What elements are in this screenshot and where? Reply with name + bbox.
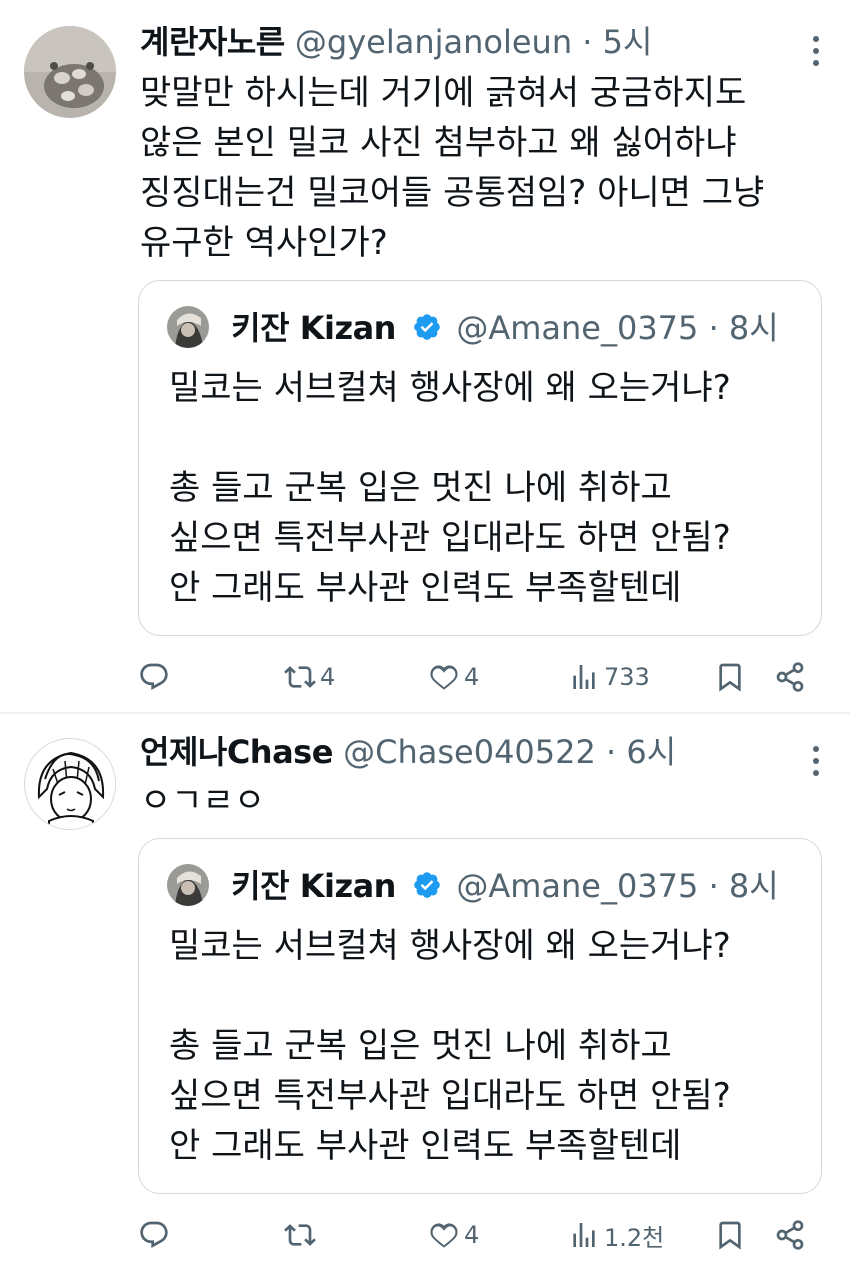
quoted-tweet[interactable]: 키잔 Kizan @Amane_0375 · 8시 밀코는 서브컬쳐 행사장에 … [138,838,822,1194]
retweet-icon [284,1224,316,1246]
views-icon [573,665,595,689]
retweet-button[interactable] [284,1210,320,1260]
like-button[interactable]: 4 [428,652,479,702]
reply-button[interactable] [138,652,174,702]
dot-separator: · [582,23,593,61]
display-name[interactable]: 계란자노른 [140,23,285,61]
like-icon [430,1223,458,1248]
quote-handle[interactable]: @Amane_0375 [456,867,698,905]
action-bar: 4 4 733 [138,652,828,702]
bookmark-button[interactable] [714,652,746,702]
retweet-count: 4 [320,663,336,691]
bookmark-icon [719,663,741,692]
quote-timestamp[interactable]: 8시 [729,867,779,905]
display-name[interactable]: 언제나Chase [140,733,333,771]
dot-separator: · [708,867,719,905]
reply-icon [140,1221,168,1248]
like-icon [430,665,458,690]
action-bar: 4 1.2천 [138,1210,828,1260]
quote-avatar[interactable] [167,864,209,906]
timestamp[interactable]: 5시 [603,23,653,61]
avatar[interactable] [24,738,116,830]
tweet[interactable]: 계란자노른 @gyelanjanoleun · 5시 맞말만 하시는데 거기에 … [0,0,850,712]
tweet[interactable]: 언제나Chase @Chase040522 · 6시 ㅇㄱㄹㅇ 키잔 Kizan… [0,714,850,1264]
like-count: 4 [464,663,480,691]
quote-header: 키잔 Kizan @Amane_0375 · 8시 [167,863,779,909]
reply-icon [140,663,168,690]
quote-timestamp[interactable]: 8시 [729,309,779,347]
tweet-text: ㅇㄱㄹㅇ [140,781,266,821]
tweet-header: 언제나Chase @Chase040522 · 6시 [140,730,676,774]
bookmark-button[interactable] [714,1210,746,1260]
retweet-button[interactable]: 4 [284,652,335,702]
quote-display-name[interactable]: 키잔 Kizan [231,309,396,347]
quote-header: 키잔 Kizan @Amane_0375 · 8시 [167,305,779,351]
reply-button[interactable] [138,1210,174,1260]
quote-display-name[interactable]: 키잔 Kizan [231,867,396,905]
like-button[interactable]: 4 [428,1210,479,1260]
quoted-tweet[interactable]: 키잔 Kizan @Amane_0375 · 8시 밀코는 서브컬쳐 행사장에 … [138,280,822,636]
views-button[interactable]: 1.2천 [568,1210,664,1260]
dot-separator: · [708,309,719,347]
share-button[interactable] [774,1210,806,1260]
tweet-text: 맞말만 하시는데 거기에 긁혀서 궁금하지도 않은 본인 밀코 사진 첨부하고 … [140,73,765,263]
views-icon [573,1223,595,1247]
retweet-icon [284,666,316,688]
quote-text: 밀코는 서브컬쳐 행사장에 왜 오는거냐? 총 들고 군복 입은 멋진 나에 취… [169,368,731,608]
views-button[interactable]: 733 [568,652,650,702]
views-count: 733 [604,663,650,691]
more-icon[interactable] [812,36,820,72]
tweet-header: 계란자노른 @gyelanjanoleun · 5시 [140,20,652,64]
quote-avatar[interactable] [167,306,209,348]
share-button[interactable] [774,652,806,702]
quote-text: 밀코는 서브컬쳐 행사장에 왜 오는거냐? 총 들고 군복 입은 멋진 나에 취… [169,926,731,1166]
share-icon [776,662,804,692]
dot-separator: · [606,733,617,771]
handle[interactable]: @gyelanjanoleun [295,23,572,61]
verified-badge-icon [414,314,440,340]
handle[interactable]: @Chase040522 [343,733,596,771]
avatar[interactable] [24,26,116,118]
share-icon [776,1220,804,1250]
quote-handle[interactable]: @Amane_0375 [456,309,698,347]
verified-badge-icon [414,872,440,898]
like-count: 4 [464,1221,480,1249]
views-count: 1.2천 [604,1223,665,1252]
bookmark-icon [719,1221,741,1250]
timestamp[interactable]: 6시 [626,733,676,771]
